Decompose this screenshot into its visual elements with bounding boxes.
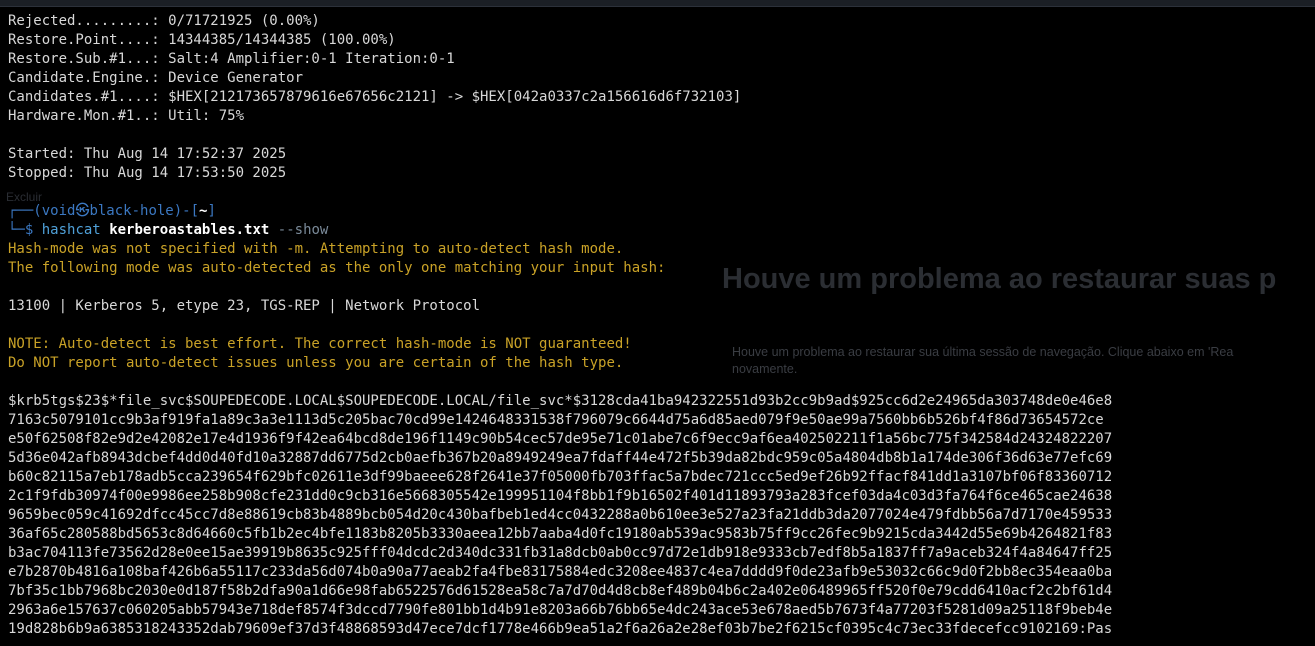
shell-prompt: ┌──(void㉿black-hole)-[~] [8, 202, 1315, 221]
status-restore-sub: Restore.Sub.#1...: Salt:4 Amplifier:0-1 … [8, 51, 455, 67]
command-line: └─$ hashcat kerberoastables.txt --show [8, 221, 1315, 240]
warning-line: Hash-mode was not specified with -m. Att… [8, 241, 624, 257]
hash-line: 2c1f9fdb30974f00e9986ee258b908cfe231dd0c… [8, 488, 1113, 504]
hash-line: 7bf35c1bb7968bc2030e0d187f58b2dfa90a1d66… [8, 583, 1113, 599]
prompt-corner: └─ [8, 222, 25, 238]
status-rejected: Rejected.........: 0/71721925 (0.00%) [8, 13, 320, 29]
command-name: hashcat [41, 222, 101, 238]
prompt-frame: ] [207, 203, 216, 219]
hash-line: b60c82115a7eb178adb5cca239654f629bfc0261… [8, 469, 1113, 485]
hash-line: 9659bec059c41692dfcc45cc7d8e88619cb83b48… [8, 507, 1113, 523]
window-top-bar [0, 0, 1315, 7]
status-candidates: Candidates.#1....: $HEX[212173657879616e… [8, 89, 742, 105]
hash-line: 36af65c280588bd5653c8d64660c5fb1b2ec4bfe… [8, 526, 1113, 542]
hash-line: 19d828b6b9a6385318243352dab79609ef37d3f4… [8, 621, 1113, 637]
hash-line: b3ac704113fe73562d28e0ee15ae39919b8635c9… [8, 545, 1113, 561]
command-argument: kerberoastables.txt [109, 222, 270, 238]
note-line: NOTE: Auto-detect is best effort. The co… [8, 336, 632, 352]
status-stopped: Stopped: Thu Aug 14 17:53:50 2025 [8, 165, 287, 181]
status-hardware-mon: Hardware.Mon.#1..: Util: 75% [8, 108, 245, 124]
prompt-dollar: $ [24, 222, 34, 238]
hash-line: e7b2870b4816a108baf426b6a55117c233da56d0… [8, 564, 1113, 580]
terminal-output: Rejected.........: 0/71721925 (0.00%) Re… [8, 12, 1315, 639]
prompt-frame: )-[ [173, 203, 200, 219]
status-started: Started: Thu Aug 14 17:52:37 2025 [8, 146, 287, 162]
prompt-at-icon: ㉿ [75, 203, 90, 219]
prompt-frame: ┌──( [8, 203, 42, 219]
hash-line: $krb5tgs$23$*file_svc$SOUPEDECODE.LOCAL$… [8, 393, 1113, 409]
prompt-host: black-hole [89, 203, 174, 219]
hash-line: 2963a6e157637c060205abb57943e718def8574f… [8, 602, 1113, 618]
terminal-window[interactable]: Houve um problema ao restaurar suas p Ho… [0, 0, 1315, 646]
status-restore-point: Restore.Point....: 14344385/14344385 (10… [8, 32, 396, 48]
detected-mode: 13100 | Kerberos 5, etype 23, TGS-REP | … [8, 298, 481, 314]
command-option: --show [277, 222, 329, 238]
status-candidate-engine: Candidate.Engine.: Device Generator [8, 70, 304, 86]
warning-line: The following mode was auto-detected as … [8, 260, 666, 276]
hash-line: 7163c5079101cc9b3af919fa1a89c3a3e1113d5c… [8, 412, 1104, 428]
hash-line: 5d36e042afb8943dcbef4dd0d40fd10a32887dd6… [8, 450, 1113, 466]
prompt-user: void [41, 203, 76, 219]
hash-line: e50f62508f82e9d2e42082e17e4d1936f9f42ea6… [8, 431, 1113, 447]
note-line: Do NOT report auto-detect issues unless … [8, 355, 624, 371]
